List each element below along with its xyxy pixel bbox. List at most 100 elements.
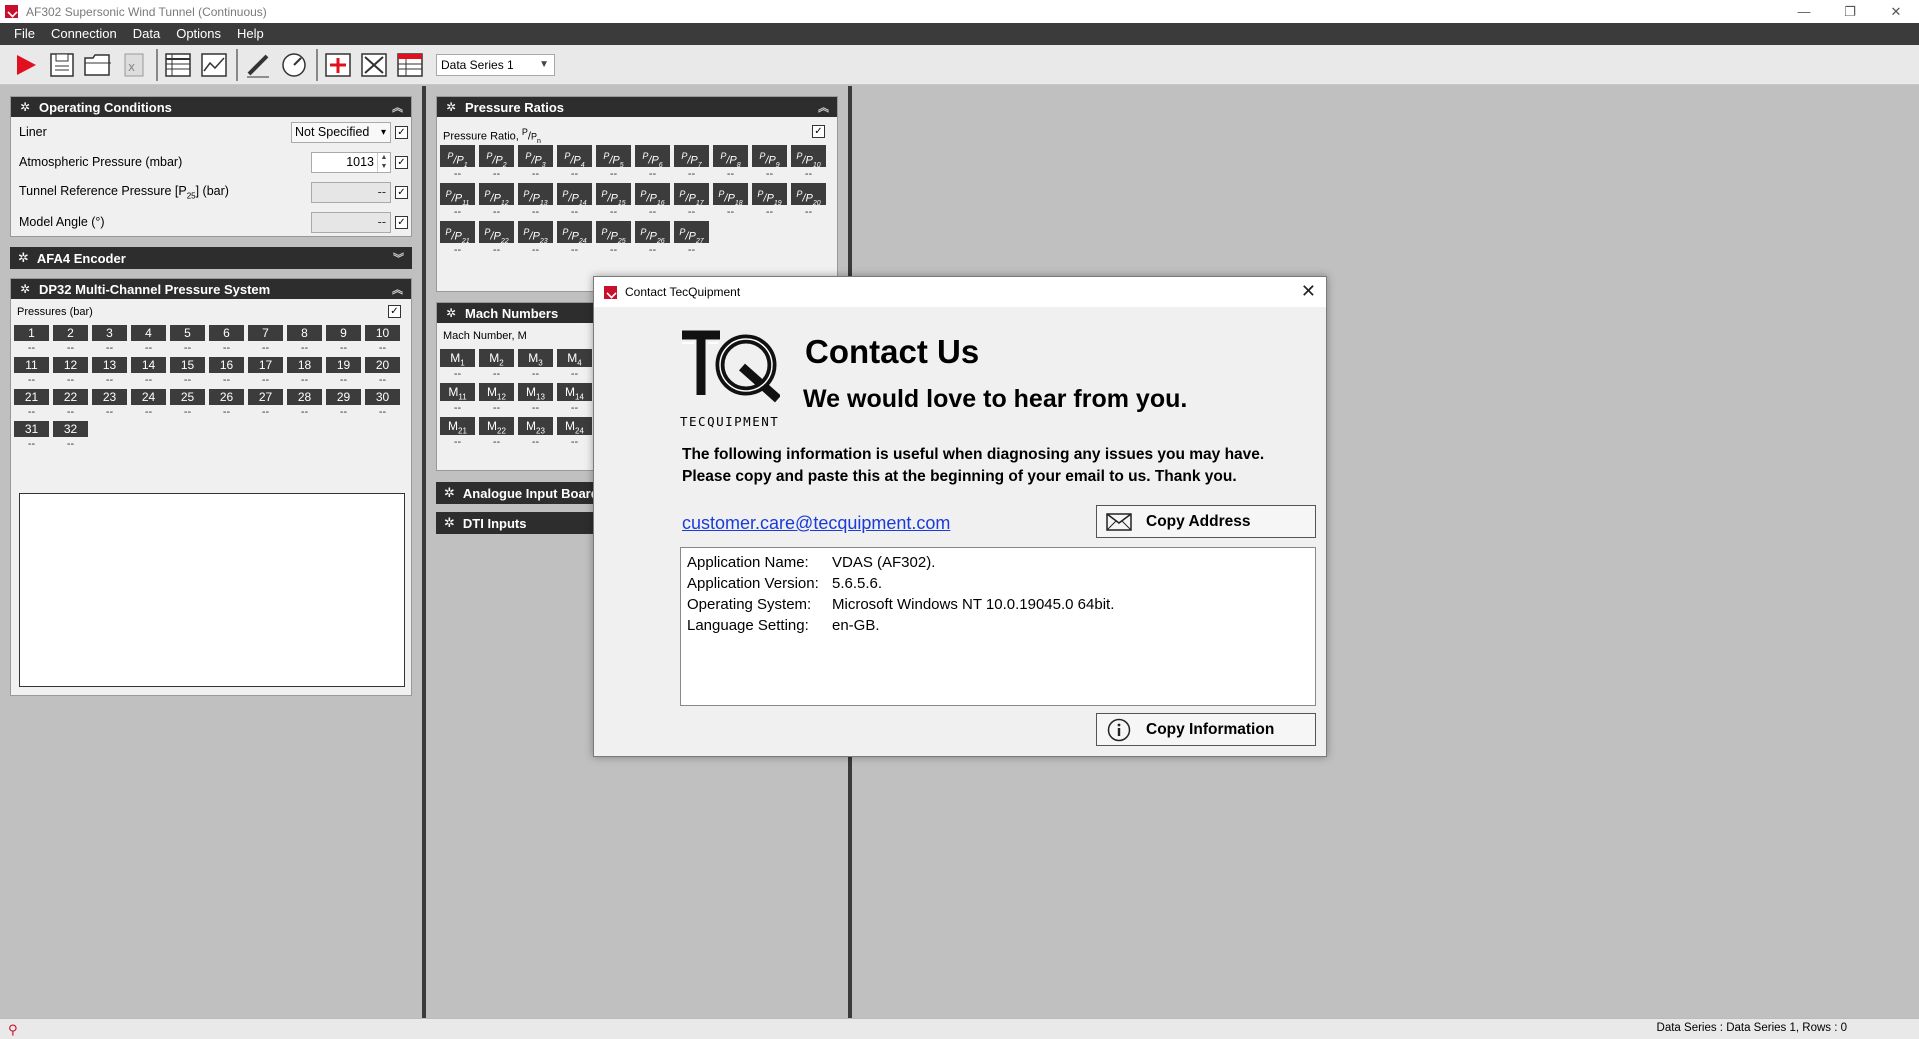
channel-number[interactable]: 5 xyxy=(170,325,205,341)
pressure-ratio-button[interactable]: P/P15 xyxy=(596,183,631,207)
menu-options[interactable]: Options xyxy=(168,23,229,45)
save-icon[interactable] xyxy=(46,49,78,81)
mach-number-button[interactable]: M21 xyxy=(440,417,475,435)
channel-number[interactable]: 4 xyxy=(131,325,166,341)
open-folder-icon[interactable] xyxy=(82,49,114,81)
channel-number[interactable]: 12 xyxy=(53,357,88,373)
delete-file-icon[interactable]: x xyxy=(118,49,150,81)
channel-number[interactable]: 1 xyxy=(14,325,49,341)
pressure-ratio-button[interactable]: P/P13 xyxy=(518,183,553,207)
menu-connection[interactable]: Connection xyxy=(43,23,125,45)
channel-number[interactable]: 27 xyxy=(248,389,283,405)
tunnel-reference-checkbox[interactable]: ✓ xyxy=(395,185,408,199)
channel-number[interactable]: 30 xyxy=(365,389,400,405)
channel-number[interactable]: 3 xyxy=(92,325,127,341)
channel-number[interactable]: 29 xyxy=(326,389,361,405)
mach-number-button[interactable]: M24 xyxy=(557,417,592,435)
delete-row-icon[interactable] xyxy=(358,49,390,81)
pressure-ratio-button[interactable]: P/P21 xyxy=(440,221,475,245)
mach-number-button[interactable]: M22 xyxy=(479,417,514,435)
pencil-icon[interactable] xyxy=(242,49,274,81)
channel-number[interactable]: 26 xyxy=(209,389,244,405)
mach-number-button[interactable]: M4 xyxy=(557,349,592,367)
email-link[interactable]: customer.care@tecquipment.com xyxy=(682,513,950,534)
channel-number[interactable]: 25 xyxy=(170,389,205,405)
add-row-icon[interactable] xyxy=(322,49,354,81)
data-series-select[interactable]: Data Series 1 ▼ xyxy=(436,53,555,76)
menu-help[interactable]: Help xyxy=(229,23,272,45)
pressure-ratio-button[interactable]: P/P26 xyxy=(635,221,670,245)
mach-number-button[interactable]: M23 xyxy=(518,417,553,435)
pressure-ratio-button[interactable]: P/P17 xyxy=(674,183,709,207)
channel-number[interactable]: 18 xyxy=(287,357,322,373)
channel-number[interactable]: 19 xyxy=(326,357,361,373)
channel-number[interactable]: 14 xyxy=(131,357,166,373)
mach-number-button[interactable]: M2 xyxy=(479,349,514,367)
restore-icon[interactable]: ❐ xyxy=(1827,0,1873,23)
liner-select[interactable]: Not Specified ▾ xyxy=(291,122,391,143)
pressure-ratios-header[interactable]: ✲ Pressure Ratios ︽ xyxy=(437,97,837,117)
atmospheric-pressure-input[interactable]: 1013 ▲ ▼ xyxy=(311,152,391,173)
pressure-ratio-button[interactable]: P/P8 xyxy=(713,145,748,169)
pressure-ratio-button[interactable]: P/P24 xyxy=(557,221,592,245)
pressure-ratio-checkbox[interactable]: ✓ xyxy=(812,125,825,138)
channel-number[interactable]: 23 xyxy=(92,389,127,405)
pressure-ratio-button[interactable]: P/P5 xyxy=(596,145,631,169)
pressure-ratio-button[interactable]: P/P12 xyxy=(479,183,514,207)
channel-number[interactable]: 11 xyxy=(14,357,49,373)
pressure-ratio-button[interactable]: P/P6 xyxy=(635,145,670,169)
mach-number-button[interactable]: M11 xyxy=(440,383,475,401)
channel-number[interactable]: 8 xyxy=(287,325,322,341)
pressures-checkbox[interactable]: ✓ xyxy=(388,305,401,318)
channel-number[interactable]: 16 xyxy=(209,357,244,373)
chevron-up-icon[interactable]: ︽ xyxy=(392,99,403,115)
pressure-ratio-button[interactable]: P/P16 xyxy=(635,183,670,207)
minimize-icon[interactable]: — xyxy=(1781,0,1827,23)
pressure-ratio-button[interactable]: P/P14 xyxy=(557,183,592,207)
channel-number[interactable]: 10 xyxy=(365,325,400,341)
channel-number[interactable]: 24 xyxy=(131,389,166,405)
pressure-ratio-button[interactable]: P/P3 xyxy=(518,145,553,169)
graph-icon[interactable] xyxy=(198,49,230,81)
mach-number-button[interactable]: M1 xyxy=(440,349,475,367)
pressure-ratio-button[interactable]: P/P10 xyxy=(791,145,826,169)
system-info-box[interactable]: Application Name: VDAS (AF302). Applicati… xyxy=(680,547,1316,706)
channel-number[interactable]: 17 xyxy=(248,357,283,373)
pressure-ratio-button[interactable]: P/P11 xyxy=(440,183,475,207)
pressure-ratio-button[interactable]: P/P4 xyxy=(557,145,592,169)
chevron-down-icon[interactable]: ︾ xyxy=(393,250,404,266)
pressure-ratio-button[interactable]: P/P27 xyxy=(674,221,709,245)
atmospheric-pressure-checkbox[interactable]: ✓ xyxy=(395,155,408,169)
pressure-plot-area[interactable] xyxy=(19,493,405,687)
channel-number[interactable]: 31 xyxy=(14,421,49,437)
close-icon[interactable]: ✕ xyxy=(1301,282,1316,300)
spin-arrows-icon[interactable]: ▲ ▼ xyxy=(377,153,390,172)
channel-number[interactable]: 20 xyxy=(365,357,400,373)
liner-checkbox[interactable]: ✓ xyxy=(395,125,408,139)
channel-number[interactable]: 9 xyxy=(326,325,361,341)
copy-information-button[interactable]: Copy Information xyxy=(1096,713,1316,746)
channel-number[interactable]: 32 xyxy=(53,421,88,437)
menu-file[interactable]: File xyxy=(0,23,43,45)
pressure-ratio-button[interactable]: P/P22 xyxy=(479,221,514,245)
pressure-ratio-button[interactable]: P/P1 xyxy=(440,145,475,169)
mach-number-button[interactable]: M13 xyxy=(518,383,553,401)
pressure-ratio-button[interactable]: P/P25 xyxy=(596,221,631,245)
pressure-ratio-button[interactable]: P/P2 xyxy=(479,145,514,169)
model-angle-checkbox[interactable]: ✓ xyxy=(395,215,408,229)
channel-number[interactable]: 2 xyxy=(53,325,88,341)
channel-number[interactable]: 13 xyxy=(92,357,127,373)
close-window-icon[interactable]: ✕ xyxy=(1873,0,1919,23)
channel-number[interactable]: 6 xyxy=(209,325,244,341)
channel-number[interactable]: 28 xyxy=(287,389,322,405)
operating-conditions-header[interactable]: ✲ Operating Conditions ︽ xyxy=(11,97,411,117)
gauge-icon[interactable] xyxy=(278,49,310,81)
pressure-ratio-button[interactable]: P/P18 xyxy=(713,183,748,207)
channel-number[interactable]: 15 xyxy=(170,357,205,373)
afa4-encoder-header[interactable]: ✲ AFA4 Encoder ︾ xyxy=(10,247,412,269)
mach-number-button[interactable]: M3 xyxy=(518,349,553,367)
dp32-header[interactable]: ✲ DP32 Multi-Channel Pressure System ︽ xyxy=(11,279,411,299)
channel-number[interactable]: 21 xyxy=(14,389,49,405)
channel-number[interactable]: 22 xyxy=(53,389,88,405)
clear-table-icon[interactable] xyxy=(394,49,426,81)
